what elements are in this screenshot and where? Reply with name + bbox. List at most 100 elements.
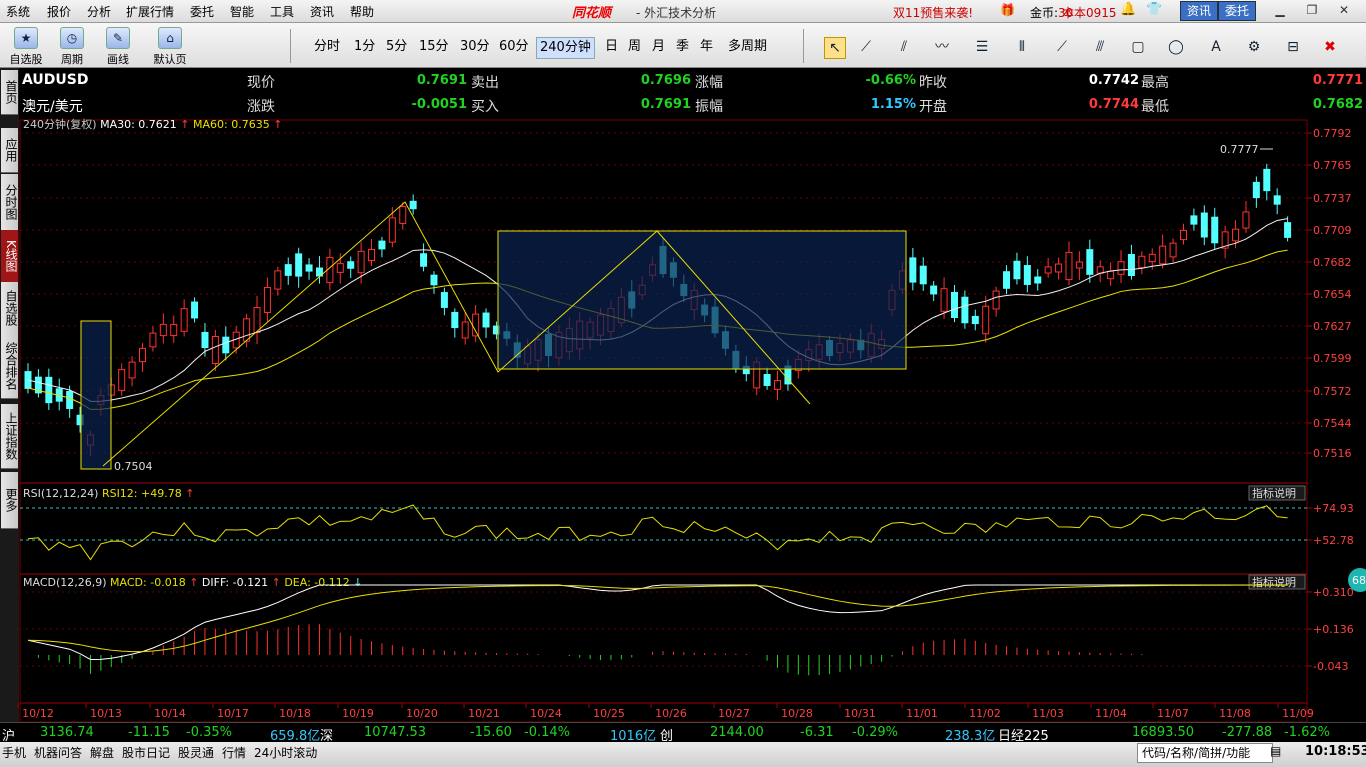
- macd-tick-label: -0.043: [1313, 660, 1348, 673]
- candle: [940, 288, 948, 312]
- candle: [763, 374, 771, 386]
- rsi-header-part: +49.78: [141, 487, 182, 500]
- candle: [284, 264, 292, 276]
- candle: [482, 312, 490, 328]
- candle: [149, 332, 157, 348]
- clock: 10:18:53: [1305, 744, 1366, 759]
- macd-header-part: ↓: [350, 576, 363, 589]
- y-tick-label: 0.7544: [1313, 417, 1352, 430]
- taskbar-stock-spirit[interactable]: 股灵通: [178, 744, 214, 761]
- candle: [1055, 263, 1063, 273]
- kline-header-part: ↑: [270, 118, 283, 131]
- kline-header: 240分钟(复权) MA30: 0.7621 ↑ MA60: 0.7635 ↑: [23, 117, 282, 131]
- search-icon[interactable]: ▤: [1270, 744, 1281, 758]
- candle: [774, 380, 782, 390]
- x-axis-date: 10/28: [781, 707, 813, 720]
- x-axis-date: 10/31: [844, 707, 876, 720]
- index-bar-item: -1.62%: [1284, 725, 1330, 740]
- kline-header-part: ↑: [177, 118, 193, 131]
- candle: [243, 318, 251, 342]
- x-axis-date: 11/01: [906, 707, 938, 720]
- kline-header-part: 0.7635: [231, 118, 270, 131]
- candle: [440, 292, 448, 308]
- candle: [1232, 228, 1240, 242]
- candle: [1003, 271, 1011, 289]
- index-bar-item: 16893.50: [1132, 725, 1195, 740]
- kline-chart[interactable]: 0.7792 0.7765 0.7737 0.7709 0.7682 0.7654 0.76…: [0, 0, 1366, 767]
- x-axis-date: 10/14: [154, 707, 186, 720]
- y-tick-label: 0.7682: [1313, 256, 1352, 269]
- macd-header-part: ↑: [268, 576, 284, 589]
- taskbar-diary[interactable]: 股市日记: [122, 744, 170, 761]
- candle: [263, 287, 271, 313]
- candle: [118, 369, 126, 391]
- x-axis-date: 10/17: [217, 707, 249, 720]
- x-axis-date: 11/04: [1095, 707, 1127, 720]
- candle: [1252, 181, 1260, 199]
- candle: [930, 285, 938, 295]
- y-tick-label: 0.7654: [1313, 288, 1352, 301]
- index-bar-item: -11.15: [128, 725, 170, 740]
- x-axis-date: 10/18: [279, 707, 311, 720]
- low-price-label: 0.7504: [114, 460, 153, 473]
- index-bar-item: 3136.74: [40, 725, 94, 740]
- rsi-header: RSI(12,12,24) RSI12: +49.78 ↑: [23, 487, 194, 500]
- macd-header-part: DEA:: [284, 576, 314, 589]
- x-axis-date: 10/25: [593, 707, 625, 720]
- annotation-box: [497, 230, 907, 370]
- x-axis-date: 11/02: [969, 707, 1001, 720]
- x-axis-date: 10/21: [468, 707, 500, 720]
- rsi-line: [27, 504, 1288, 561]
- x-axis-date: 11/07: [1157, 707, 1189, 720]
- x-axis-date: 10/27: [718, 707, 750, 720]
- candle: [1284, 222, 1292, 238]
- taskbar-robot-qa[interactable]: 机器问答: [34, 744, 82, 761]
- candle: [1211, 216, 1219, 244]
- kline-header-part: 240分钟(复权): [23, 117, 100, 131]
- candle: [1023, 265, 1031, 285]
- candle: [1148, 253, 1156, 263]
- taskbar-quotes[interactable]: 行情: [222, 744, 246, 761]
- kline-header-part: MA30:: [100, 118, 138, 131]
- macd-header-part: -0.121: [233, 576, 268, 589]
- taskbar-mobile[interactable]: 手机: [2, 744, 26, 761]
- candle: [305, 264, 313, 272]
- macd-header-part: DIFF:: [202, 576, 233, 589]
- index-bar: 沪 3136.74 -11.15 -0.35% 659.8亿深 10747.53 -15.6…: [0, 722, 1366, 744]
- taskbar-analysis[interactable]: 解盘: [90, 744, 114, 761]
- taskbar-24h-news[interactable]: 24小时滚动: [254, 744, 317, 761]
- candle: [1138, 255, 1146, 269]
- y-tick-label: 0.7627: [1313, 320, 1352, 333]
- candle: [1200, 212, 1208, 238]
- rsi-header-part: ↑: [182, 487, 195, 500]
- candle: [472, 313, 480, 337]
- macd-header-part: -0.018: [150, 576, 185, 589]
- candle: [357, 250, 365, 274]
- macd-header-part: MACD:: [110, 576, 150, 589]
- macd-tick-label: +0.136: [1313, 623, 1354, 636]
- candle: [211, 335, 219, 365]
- index-bar-item: -277.88: [1222, 725, 1273, 740]
- candle: [399, 206, 407, 224]
- search-input[interactable]: 代码/名称/简拼/功能: [1137, 743, 1273, 763]
- candle: [180, 308, 188, 332]
- candle: [909, 257, 917, 283]
- candle: [1127, 254, 1135, 276]
- candle: [201, 331, 209, 349]
- index-bar-item: -6.31: [800, 725, 834, 740]
- float-badge-label: 68: [1352, 574, 1366, 587]
- x-axis-date: 11/08: [1219, 707, 1251, 720]
- macd-header-part: MACD(12,26,9): [23, 576, 110, 589]
- candle: [461, 321, 469, 339]
- macd-tick-label: +0.310: [1313, 586, 1354, 599]
- y-tick-label: 0.7737: [1313, 192, 1352, 205]
- candle: [1190, 215, 1198, 225]
- candle: [1034, 276, 1042, 284]
- candle: [950, 291, 958, 319]
- candle: [1044, 266, 1052, 274]
- candle: [45, 376, 53, 404]
- y-tick-label: 0.7709: [1313, 224, 1352, 237]
- candle: [982, 305, 990, 335]
- candle: [1107, 270, 1115, 280]
- x-axis-date: 11/03: [1032, 707, 1064, 720]
